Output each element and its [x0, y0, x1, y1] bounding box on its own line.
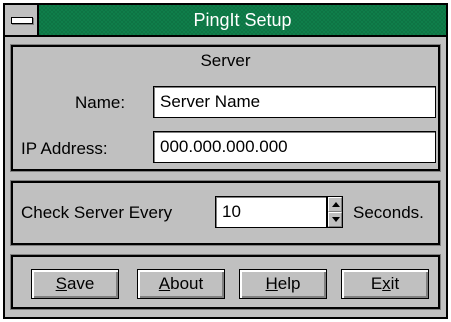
title-bar[interactable]: PingIt Setup [5, 5, 446, 37]
exit-mnemonic: x [382, 274, 391, 293]
about-button[interactable]: About [137, 269, 225, 299]
spin-up-button[interactable] [328, 197, 342, 212]
server-group-caption: Server [200, 51, 251, 70]
server-name-input[interactable]: Server Name [153, 86, 436, 118]
save-label-rest: ave [66, 274, 95, 293]
interval-spinner[interactable] [327, 196, 343, 228]
spin-up-arrow-icon [332, 202, 340, 207]
spin-down-arrow-icon [332, 217, 340, 222]
ip-address-label: IP Address: [21, 139, 108, 158]
ip-address-input[interactable]: 000.000.000.000 [153, 131, 436, 163]
help-label-rest: elp [277, 274, 301, 293]
name-label: Name: [75, 93, 126, 112]
about-mnemonic: A [158, 274, 171, 293]
about-label-rest: bout [170, 274, 204, 293]
exit-label-rest: it [390, 274, 400, 293]
check-server-every-label: Check Server Every [21, 203, 173, 222]
check-interval-group: Check Server Every 10 Seconds. [10, 180, 441, 246]
save-button[interactable]: Save [31, 269, 119, 299]
system-menu-button[interactable] [5, 5, 39, 35]
exit-label-pre: E [370, 274, 383, 293]
button-group: Save About Help Exit [10, 254, 441, 310]
save-mnemonic: S [55, 274, 67, 293]
server-group: Server Name: Server Name IP Address: 000… [10, 44, 441, 172]
seconds-label: Seconds. [353, 203, 424, 222]
help-mnemonic: H [265, 274, 278, 293]
system-menu-icon [11, 17, 33, 24]
pingit-setup-window: PingIt Setup Server Name: Server Name IP… [3, 3, 448, 319]
help-button[interactable]: Help [239, 269, 327, 299]
spin-down-button[interactable] [328, 212, 342, 227]
interval-input[interactable]: 10 [215, 196, 327, 228]
exit-button[interactable]: Exit [341, 269, 429, 299]
window-title: PingIt Setup [193, 10, 292, 30]
